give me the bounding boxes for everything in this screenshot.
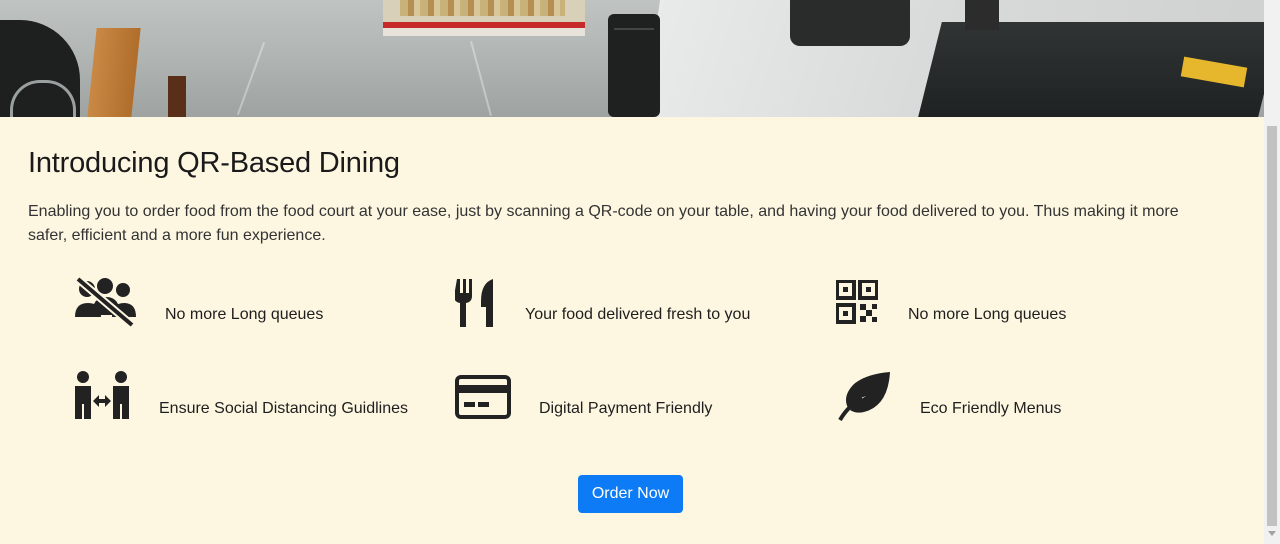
feature-label: Ensure Social Distancing Guidlines	[159, 400, 409, 417]
feature-label: Eco Friendly Menus	[920, 400, 1062, 417]
scroll-down-icon[interactable]	[1268, 531, 1276, 536]
feature-label: No more Long queues	[165, 306, 324, 323]
hero-image	[0, 0, 1264, 117]
feature-digital-payment: Digital Payment Friendly	[455, 375, 775, 435]
qr-code-icon	[836, 280, 878, 324]
feature-label: Your food delivered fresh to you	[525, 306, 751, 323]
no-crowd-icon	[74, 277, 136, 327]
feature-fresh-delivery: Your food delivered fresh to you	[455, 277, 775, 337]
page-scrollbar[interactable]	[1264, 0, 1280, 544]
feature-qr-ordering: No more Long queues	[836, 280, 1136, 340]
credit-card-icon	[455, 375, 511, 419]
features-section: Introducing QR-Based Dining Enabling you…	[0, 117, 1264, 544]
utensils-icon	[455, 277, 497, 329]
feature-social-distancing: Ensure Social Distancing Guidlines	[74, 371, 414, 431]
feature-eco-menus: Eco Friendly Menus	[836, 371, 1136, 431]
scrollbar-thumb[interactable]	[1267, 126, 1277, 526]
order-now-button[interactable]: Order Now	[578, 475, 683, 513]
feature-no-queues: No more Long queues	[74, 277, 374, 337]
section-title: Introducing QR-Based Dining	[28, 147, 400, 179]
feature-label: No more Long queues	[908, 306, 1067, 323]
social-distance-icon	[74, 371, 130, 421]
feature-label: Digital Payment Friendly	[539, 400, 713, 417]
leaf-icon	[836, 371, 892, 423]
section-description: Enabling you to order food from the food…	[28, 203, 1179, 244]
